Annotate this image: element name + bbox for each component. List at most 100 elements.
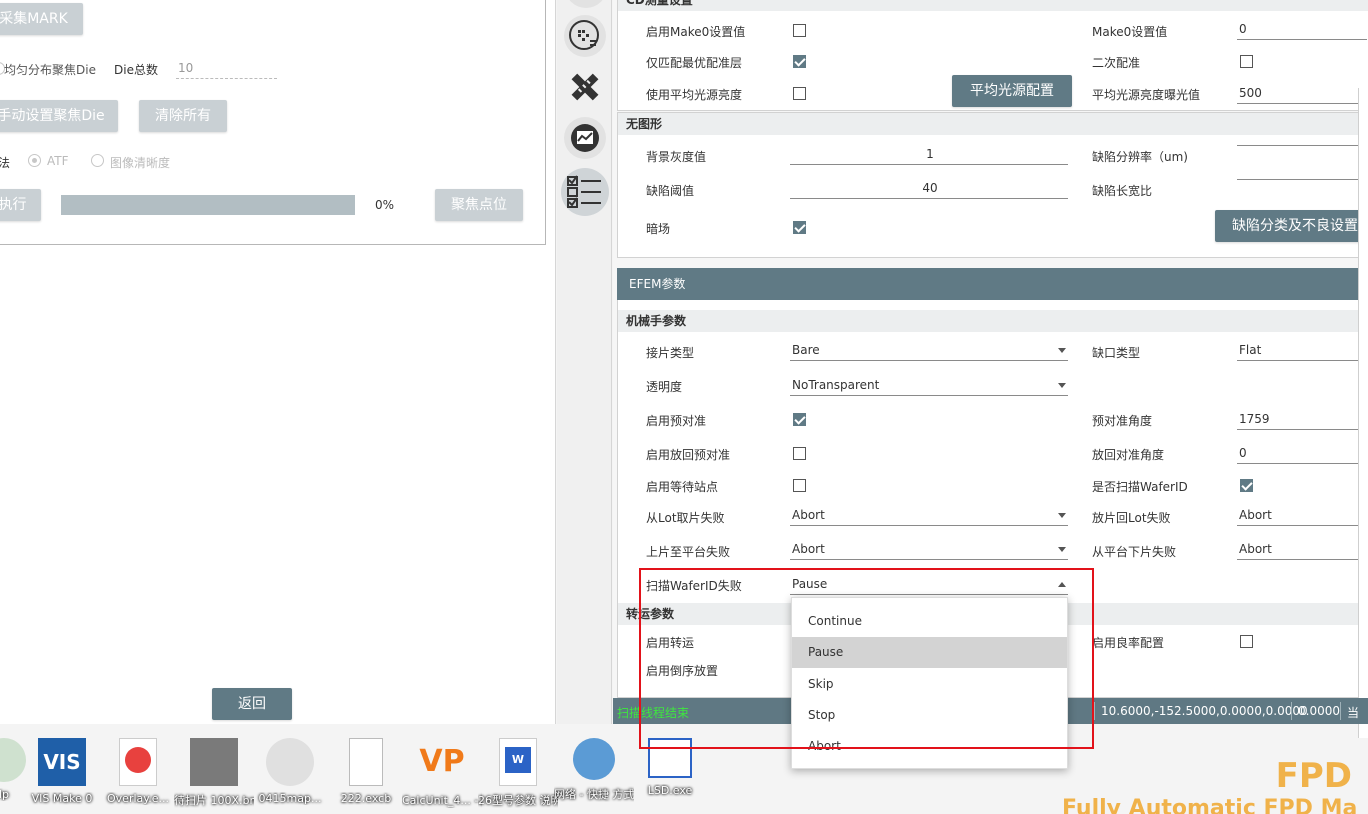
darkfield-label: 暗场	[646, 222, 671, 236]
second-align-label: 二次配准	[1092, 56, 1141, 70]
return-angle-input[interactable]: 0	[1237, 443, 1367, 464]
yield-config-checkbox[interactable]	[1240, 635, 1253, 648]
image-settings-icon[interactable]	[564, 117, 606, 159]
desktop-icon-label: 网络 - 快捷 方式	[554, 788, 634, 801]
focus-progress-bar	[61, 195, 355, 215]
tools-icon[interactable]	[564, 66, 606, 108]
z-value: 0.0000	[1298, 704, 1340, 718]
transparency-select[interactable]: NoTransparent	[790, 375, 1068, 396]
status-extra: 当	[1347, 706, 1360, 720]
highlight-box	[639, 568, 1094, 749]
defect-thresh-label: 缺陷阈值	[646, 184, 695, 198]
desktop-icon-label: VIS Make 0	[31, 792, 93, 805]
back-button[interactable]: 返回	[212, 688, 292, 720]
clear-all-button[interactable]: 清除所有	[139, 100, 227, 132]
make0-label: Make0设置值	[1092, 25, 1168, 39]
method-label: 法	[0, 156, 11, 170]
unload-fail-select[interactable]: Abort	[1237, 539, 1367, 560]
lot-place-fail-label: 放片回Lot失败	[1092, 511, 1171, 525]
focus-point-button[interactable]: 聚焦点位	[435, 189, 523, 221]
enable-prealign-checkbox[interactable]	[793, 413, 806, 426]
defect-ratio-input[interactable]	[1237, 179, 1367, 180]
progress-percent: 0%	[375, 198, 395, 212]
desktop-icon-map[interactable]: 0415map...	[250, 738, 330, 805]
pick-type-select[interactable]: Bare	[790, 340, 1068, 361]
return-angle-label: 放回对准角度	[1092, 448, 1165, 462]
network-icon	[573, 738, 615, 780]
status-divider	[1340, 702, 1341, 720]
desktop-icon-docx[interactable]: W 26型号参数 说明.docx	[478, 738, 558, 808]
lot-pick-fail-select[interactable]: Abort	[790, 505, 1068, 526]
die-total-input[interactable]: 10	[176, 58, 277, 79]
atf-label: ATF	[47, 154, 69, 168]
bg-gray-label: 背景灰度值	[646, 150, 707, 164]
nograph-section-title: 无图形	[618, 113, 1368, 135]
desktop-icon-vis[interactable]: VIS VIS Make 0	[22, 738, 102, 805]
settings-nav-bar	[557, 0, 612, 724]
avg-exposure-label: 平均光源亮度曝光值	[1092, 88, 1201, 102]
status-divider	[1094, 702, 1095, 720]
checklist-icon[interactable]	[561, 168, 609, 216]
prealign-angle-label: 预对准角度	[1092, 414, 1153, 428]
unload-fail-label: 从平台下片失败	[1092, 545, 1177, 559]
wafer-map-icon[interactable]	[564, 15, 606, 57]
second-align-checkbox[interactable]	[1240, 55, 1253, 68]
enable-make0-checkbox[interactable]	[793, 24, 806, 37]
vis-app-icon: VIS	[38, 738, 86, 786]
desktop-icon-overlay[interactable]: Overlay.e...	[98, 738, 178, 805]
defect-thresh-input[interactable]: 40	[790, 178, 1068, 199]
manual-set-focus-button[interactable]: 手动设置聚焦Die	[0, 100, 118, 132]
collect-mark-button[interactable]: 采集MARK	[0, 3, 83, 35]
match-best-label: 仅匹配最优配准层	[646, 56, 743, 70]
pick-type-label: 接片类型	[646, 346, 695, 360]
match-best-checkbox[interactable]	[793, 55, 806, 68]
scan-waferid-checkbox[interactable]	[1240, 479, 1253, 492]
return-prealign-checkbox[interactable]	[793, 447, 806, 460]
stage-coordinates: 10.6000,-152.5000,0.0000,0.0000	[1101, 704, 1308, 718]
wait-station-checkbox[interactable]	[793, 479, 806, 492]
execute-button[interactable]: 执行	[0, 189, 41, 221]
desktop-icon-network[interactable]: 网络 - 快捷 方式	[554, 738, 634, 802]
enable-prealign-label: 启用预对准	[646, 414, 707, 428]
defect-res-label: 缺陷分辨率（um)	[1092, 150, 1188, 164]
side-panel-edge	[1358, 88, 1368, 738]
defect-ratio-label: 缺陷长宽比	[1092, 184, 1153, 198]
cd-section-title: CD测量设置	[618, 0, 1368, 11]
avg-light-config-button[interactable]: 平均光源配置	[952, 75, 1072, 107]
efem-header[interactable]: EFEM参数	[617, 268, 1368, 300]
make0-input[interactable]: 0	[1237, 19, 1367, 40]
desktop-icon-excb[interactable]: 222.excb	[326, 738, 406, 805]
partial-nav-icon[interactable]	[565, 0, 607, 8]
use-avg-light-checkbox[interactable]	[793, 87, 806, 100]
image-file-icon	[190, 738, 238, 786]
avg-exposure-input[interactable]: 500	[1237, 83, 1367, 104]
wait-station-label: 启用等待站点	[646, 480, 719, 494]
die-total-label: Die总数	[114, 63, 158, 77]
brand-title: FPD	[1275, 756, 1352, 796]
return-prealign-label: 启用放回预对准	[646, 448, 731, 462]
chevron-down-icon	[1058, 383, 1066, 388]
defect-res-input[interactable]	[1237, 145, 1367, 146]
scan-waferid-label: 是否扫描WaferID	[1092, 480, 1188, 494]
robot-section-title: 机械手参数	[618, 310, 1368, 332]
desktop-icon-bmp[interactable]: 待扫片 100X.bmp	[174, 738, 254, 808]
load-fail-select[interactable]: Abort	[790, 539, 1068, 560]
desktop-icon-label: 26型号参数 说明.docx	[478, 794, 558, 807]
defect-classification-button[interactable]: 缺陷分类及不良设置	[1215, 210, 1368, 242]
prealign-angle-input[interactable]: 1759	[1237, 409, 1367, 430]
use-avg-light-label: 使用平均光源亮度	[646, 88, 743, 102]
atf-radio[interactable]	[28, 154, 41, 167]
notch-type-select[interactable]: Flat	[1237, 340, 1367, 361]
desktop-icon-label: LSD.exe	[647, 784, 693, 797]
desktop-icon-label: CalcUnit_4... - 副本.exe	[402, 794, 482, 807]
transparency-label: 透明度	[646, 380, 683, 394]
word-file-icon: W	[499, 738, 537, 786]
darkfield-checkbox[interactable]	[793, 221, 806, 234]
notch-type-label: 缺口类型	[1092, 346, 1141, 360]
lot-place-fail-select[interactable]: Abort	[1237, 505, 1367, 526]
transparency-value: NoTransparent	[792, 378, 880, 392]
bg-gray-input[interactable]: 1	[790, 144, 1068, 165]
clarity-radio[interactable]	[91, 154, 104, 167]
blank-file-icon	[349, 738, 383, 786]
desktop-icon-calcunit[interactable]: VP CalcUnit_4... - 副本.exe	[402, 738, 482, 808]
